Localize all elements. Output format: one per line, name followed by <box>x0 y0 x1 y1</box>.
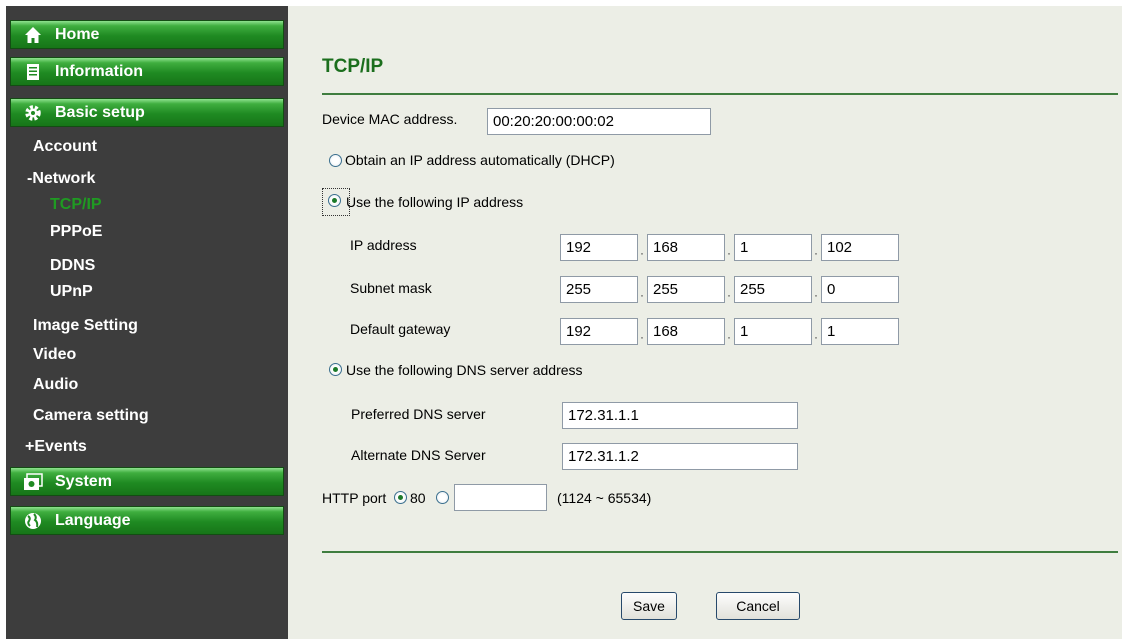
subnet-octet-1[interactable] <box>560 276 638 303</box>
sidebar-item-upnp[interactable]: UPnP <box>50 282 93 302</box>
cancel-button[interactable]: Cancel <box>716 592 800 620</box>
bottom-divider <box>322 551 1118 553</box>
gateway-separator: · <box>640 330 644 344</box>
page-title: TCP/IP <box>322 56 384 77</box>
title-divider <box>322 93 1118 95</box>
nav-information-button[interactable]: Information <box>10 57 284 86</box>
document-icon <box>23 62 43 82</box>
subnet-separator: · <box>727 288 731 302</box>
sidebar-item-account[interactable]: Account <box>33 137 97 157</box>
nav-language-label: Language <box>55 511 131 529</box>
mac-address-label: Device MAC address. <box>322 111 458 127</box>
ip-address-label: IP address <box>350 237 417 253</box>
mac-address-field <box>487 108 711 135</box>
nav-home-label: Home <box>55 25 100 43</box>
sidebar-item-audio[interactable]: Audio <box>33 375 78 395</box>
http-port-label: HTTP port <box>322 490 387 506</box>
subnet-separator: · <box>814 288 818 302</box>
sidebar: Home Information Basic setup Account -Ne… <box>6 6 288 639</box>
nav-basic-setup-button[interactable]: Basic setup <box>10 98 284 127</box>
gateway-octet-3[interactable] <box>734 318 812 345</box>
sidebar-item-pppoe[interactable]: PPPoE <box>50 222 102 242</box>
alternate-dns-field[interactable] <box>562 443 798 470</box>
subnet-octet-2[interactable] <box>647 276 725 303</box>
preferred-dns-field[interactable] <box>562 402 798 429</box>
http-port-80-label: 80 <box>410 490 426 506</box>
nav-system-label: System <box>55 472 112 490</box>
http-port-custom-radio[interactable] <box>436 491 449 504</box>
sidebar-item-video[interactable]: Video <box>33 345 76 365</box>
dhcp-label: Obtain an IP address automatically (DHCP… <box>345 152 615 168</box>
gateway-octet-2[interactable] <box>647 318 725 345</box>
sidebar-item-ddns[interactable]: DDNS <box>50 256 95 276</box>
http-port-custom-field[interactable] <box>454 484 547 511</box>
gateway-octet-4[interactable] <box>821 318 899 345</box>
http-port-range-hint: (1124 ~ 65534) <box>557 490 652 506</box>
sidebar-item-network[interactable]: -Network <box>27 169 95 189</box>
ip-octet-1[interactable] <box>560 234 638 261</box>
sidebar-item-camera-setting[interactable]: Camera setting <box>33 406 149 426</box>
ip-separator: · <box>814 246 818 260</box>
ip-octet-3[interactable] <box>734 234 812 261</box>
gear-icon <box>23 103 43 123</box>
subnet-octet-4[interactable] <box>821 276 899 303</box>
default-gateway-label: Default gateway <box>350 321 451 337</box>
main-panel: TCP/IP Device MAC address. Obtain an IP … <box>288 6 1122 639</box>
ip-octet-2[interactable] <box>647 234 725 261</box>
sidebar-item-image-setting[interactable]: Image Setting <box>33 316 138 336</box>
alternate-dns-label: Alternate DNS Server <box>351 447 486 463</box>
sidebar-item-events[interactable]: +Events <box>25 437 87 457</box>
static-ip-label: Use the following IP address <box>346 194 524 210</box>
globe-icon <box>23 511 43 531</box>
save-button[interactable]: Save <box>621 592 677 620</box>
ip-octet-4[interactable] <box>821 234 899 261</box>
home-icon <box>23 25 43 45</box>
ip-separator: · <box>640 246 644 260</box>
subnet-separator: · <box>640 288 644 302</box>
nav-language-button[interactable]: Language <box>10 506 284 535</box>
gateway-separator: · <box>727 330 731 344</box>
dhcp-radio[interactable] <box>329 154 342 167</box>
ip-separator: · <box>727 246 731 260</box>
nav-basic-setup-label: Basic setup <box>55 103 145 121</box>
nav-information-label: Information <box>55 62 143 80</box>
subnet-mask-label: Subnet mask <box>350 280 432 296</box>
nav-system-button[interactable]: System <box>10 467 284 496</box>
gateway-octet-1[interactable] <box>560 318 638 345</box>
gateway-separator: · <box>814 330 818 344</box>
sidebar-item-tcpip[interactable]: TCP/IP <box>50 195 102 215</box>
camera-window-icon <box>23 472 43 492</box>
preferred-dns-label: Preferred DNS server <box>351 406 486 422</box>
nav-home-button[interactable]: Home <box>10 20 284 49</box>
dns-manual-label: Use the following DNS server address <box>346 362 583 378</box>
dns-manual-radio[interactable] <box>329 363 342 376</box>
subnet-octet-3[interactable] <box>734 276 812 303</box>
http-port-80-radio[interactable] <box>394 491 407 504</box>
static-ip-radio[interactable] <box>328 194 341 207</box>
